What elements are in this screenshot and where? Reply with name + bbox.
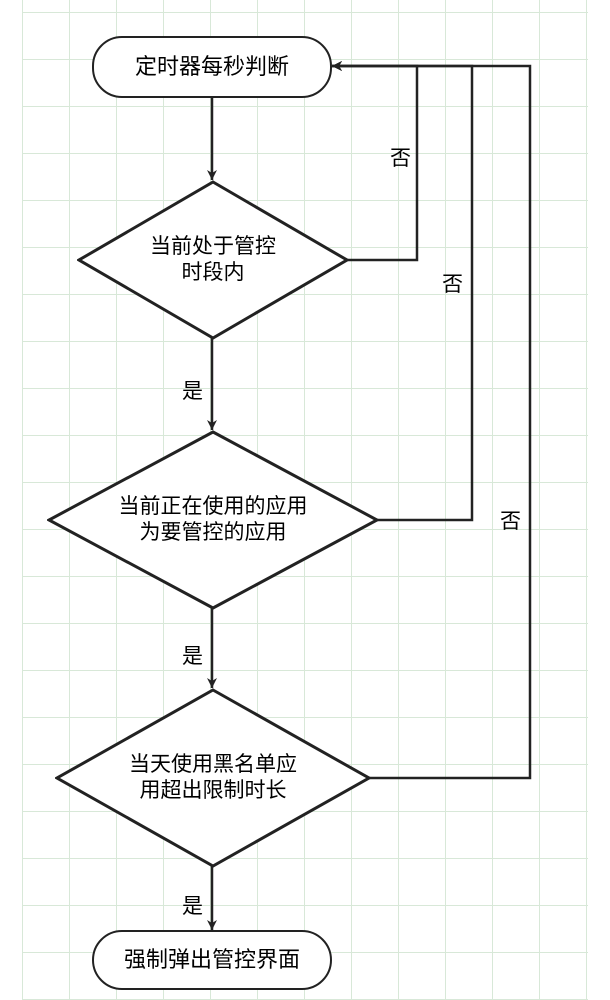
node-end: 强制弹出管控界面 bbox=[92, 930, 332, 990]
text-line: 当前处于管控 bbox=[150, 235, 276, 258]
edge-label-no-2: 否 bbox=[442, 268, 463, 298]
edge-label-yes-2: 是 bbox=[182, 640, 203, 670]
text-line: 为要管控的应用 bbox=[140, 521, 287, 544]
flowchart-canvas: 定时器每秒判断 当前处于管控 时段内 当前正在使用的应用 为要管控的应用 当天使… bbox=[22, 0, 588, 1000]
text-line: 用超出限制时长 bbox=[140, 779, 287, 802]
node-decision-2: 当前正在使用的应用 为要管控的应用 bbox=[47, 430, 379, 610]
edge-label-yes-3: 是 bbox=[182, 890, 203, 920]
node-decision-3: 当天使用黑名单应 用超出限制时长 bbox=[55, 688, 371, 868]
edge-label-no-3: 否 bbox=[500, 505, 521, 535]
edge-label-no-1: 否 bbox=[390, 142, 411, 172]
node-start: 定时器每秒判断 bbox=[92, 36, 332, 98]
node-decision-3-label: 当天使用黑名单应 用超出限制时长 bbox=[129, 752, 297, 805]
text-line: 当天使用黑名单应 bbox=[129, 753, 297, 776]
node-end-label: 强制弹出管控界面 bbox=[124, 947, 300, 973]
edge-label-yes-1: 是 bbox=[182, 375, 203, 405]
text-line: 当前正在使用的应用 bbox=[119, 495, 308, 518]
node-decision-1: 当前处于管控 时段内 bbox=[77, 180, 349, 340]
node-start-label: 定时器每秒判断 bbox=[135, 54, 289, 80]
node-decision-2-label: 当前正在使用的应用 为要管控的应用 bbox=[119, 494, 308, 547]
node-decision-1-label: 当前处于管控 时段内 bbox=[150, 234, 276, 287]
text-line: 时段内 bbox=[182, 261, 245, 284]
